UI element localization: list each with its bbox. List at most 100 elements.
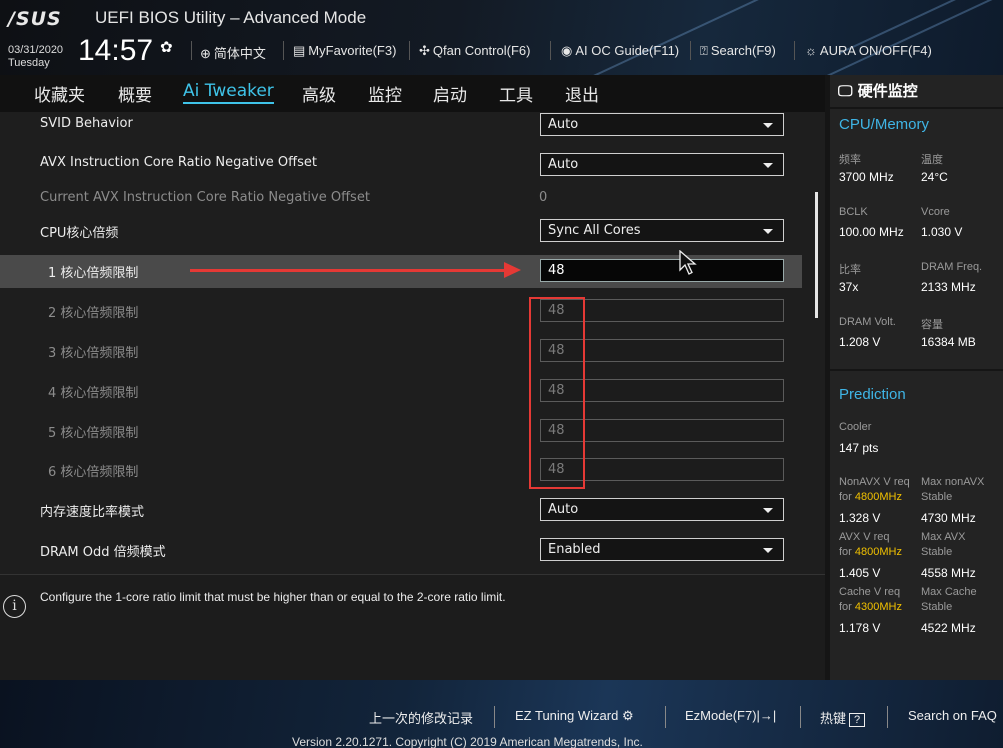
cpu-memory-section-title: CPU/Memory <box>839 116 930 133</box>
mouse-cursor-icon <box>679 250 697 275</box>
core1-limit-input[interactable]: 48 <box>540 259 784 282</box>
avx-for-line: for 4800MHz <box>839 546 902 558</box>
core3-limit-label: 3 核心倍频限制 <box>48 346 139 361</box>
bclk-value: 100.00 MHz <box>839 225 904 239</box>
annotation-arrow <box>190 269 508 272</box>
nonavx-for-line: for 4800MHz <box>839 491 902 503</box>
dram-volt-label: DRAM Volt. <box>839 316 896 328</box>
tab-exit[interactable]: 退出 <box>565 81 599 106</box>
cache-req-label: Cache V req <box>839 586 901 598</box>
help-key-icon: ? <box>849 713 866 727</box>
cpu-ratio-dropdown[interactable]: Sync All Cores <box>540 219 784 242</box>
max-nonavx-value: 4730 MHz <box>921 511 976 525</box>
date: 03/31/2020 <box>8 44 64 56</box>
stable-label: Stable <box>921 491 953 503</box>
core5-limit-label: 5 核心倍频限制 <box>48 426 139 441</box>
capacity-value: 16384 MB <box>921 335 976 349</box>
freq-value: 3700 MHz <box>839 170 894 184</box>
avx-offset-label: AVX Instruction Core Ratio Negative Offs… <box>40 155 317 170</box>
header-bar: /SUS UEFI BIOS Utility – Advanced Mode 0… <box>0 0 1003 75</box>
avx-offset-dropdown[interactable]: Auto <box>540 153 784 176</box>
tab-main[interactable]: 概要 <box>118 81 152 106</box>
ratio-label: 比率 <box>839 264 861 276</box>
annotation-highlight-box <box>529 297 585 489</box>
stable-label: Stable <box>921 601 953 613</box>
clock: 14:57 <box>78 34 154 67</box>
vcore-value: 1.030 V <box>921 225 963 239</box>
current-avx-offset-value: 0 <box>539 190 548 205</box>
current-avx-offset-label: Current AVX Instruction Core Ratio Negat… <box>40 190 370 205</box>
search-faq-button[interactable]: Search on FAQ <box>908 708 997 723</box>
avx-req-label: AVX V req <box>839 531 890 543</box>
search-button[interactable]: ⍰ Search(F9) <box>700 43 776 59</box>
cooler-label: Cooler <box>839 421 872 433</box>
temp-label: 温度 <box>921 154 943 166</box>
last-modified-button[interactable]: 上一次的修改记录 <box>369 708 473 727</box>
dram-volt-value: 1.208 V <box>839 335 881 349</box>
cooler-value: 147 pts <box>839 441 879 455</box>
qfan-control-button[interactable]: ✣ Qfan Control(F6) <box>419 43 530 59</box>
avx-v-value: 1.405 V <box>839 566 881 580</box>
hotkeys-button[interactable]: 热键? <box>820 708 866 727</box>
core2-limit-label: 2 核心倍频限制 <box>48 306 139 321</box>
aura-toggle-button[interactable]: ☼ AURA ON/OFF(F4) <box>805 43 932 58</box>
globe-icon: ⊕ <box>200 46 211 61</box>
dram-odd-ratio-dropdown[interactable]: Enabled <box>540 538 784 561</box>
max-nonavx-label: Max nonAVX <box>921 476 985 488</box>
nonavx-req-label: NonAVX V req <box>839 476 910 488</box>
language-button[interactable]: ⊕ 简体中文 <box>200 43 266 62</box>
bclk-label: BCLK <box>839 206 868 218</box>
tab-advanced[interactable]: 高级 <box>302 81 336 106</box>
tab-boot[interactable]: 启动 <box>433 81 467 106</box>
tab-monitor[interactable]: 监控 <box>368 81 402 106</box>
scrollbar[interactable] <box>815 192 818 318</box>
prediction-section-title: Prediction <box>839 386 906 403</box>
ezmode-button[interactable]: EzMode(F7)|→| <box>685 708 776 723</box>
main-tabs: 收藏夹 概要 Ai Tweaker 高级 监控 启动 工具 退出 <box>0 75 825 112</box>
app-title: UEFI BIOS Utility – Advanced Mode <box>95 8 367 27</box>
settings-panel: SVID Behavior Auto AVX Instruction Core … <box>0 112 825 574</box>
max-cache-value: 4522 MHz <box>921 621 976 635</box>
lightbulb-icon: ⚙ <box>621 708 634 723</box>
core6-limit-label: 6 核心倍频限制 <box>48 465 139 480</box>
chevron-down-icon <box>763 163 773 168</box>
footer-bar: 上一次的修改记录 EZ Tuning Wizard ⚙ EzMode(F7)|→… <box>0 680 1003 748</box>
asus-logo: /SUS <box>8 8 62 30</box>
ai-icon: ◉ <box>561 43 573 58</box>
capacity-label: 容量 <box>921 319 943 331</box>
fan-icon: ✣ <box>419 43 430 58</box>
hardware-monitor-panel: 🖵 硬件监控 CPU/Memory 频率 温度 3700 MHz 24°C BC… <box>830 75 1003 680</box>
ai-oc-guide-button[interactable]: ◉ AI OC Guide(F11) <box>561 43 679 59</box>
core4-limit-label: 4 核心倍频限制 <box>48 386 139 401</box>
ez-tuning-wizard-button[interactable]: EZ Tuning Wizard ⚙ <box>515 708 634 724</box>
chevron-down-icon <box>763 229 773 234</box>
myfavorite-button[interactable]: ▤ MyFavorite(F3) <box>293 43 396 59</box>
help-text: Configure the 1-core ratio limit that mu… <box>40 590 506 604</box>
version-text: Version 2.20.1271. Copyright (C) 2019 Am… <box>292 735 643 748</box>
cache-v-value: 1.178 V <box>839 621 881 635</box>
stable-label: Stable <box>921 546 953 558</box>
date-display: 03/31/2020 Tuesday <box>8 44 63 70</box>
gear-icon[interactable]: ✿ <box>160 38 173 56</box>
hardware-monitor-title: 🖵 硬件监控 <box>838 82 918 100</box>
favorite-icon: ▤ <box>293 43 306 58</box>
tab-ai-tweaker[interactable]: Ai Tweaker <box>183 81 274 104</box>
tab-tool[interactable]: 工具 <box>499 81 533 106</box>
core1-limit-label: 1 核心倍频限制 <box>48 266 139 281</box>
max-cache-label: Max Cache <box>921 586 977 598</box>
dram-freq-value: 2133 MHz <box>921 280 976 294</box>
tab-favorites[interactable]: 收藏夹 <box>34 81 85 106</box>
annotation-arrow-head <box>504 262 521 278</box>
chevron-down-icon <box>763 123 773 128</box>
cpu-ratio-label: CPU核心倍频 <box>40 226 119 241</box>
help-bar: i Configure the 1-core ratio limit that … <box>0 574 825 680</box>
temp-value: 24°C <box>921 170 948 184</box>
ratio-value: 37x <box>839 280 859 294</box>
monitor-icon: 🖵 <box>838 82 853 100</box>
memory-ratio-mode-dropdown[interactable]: Auto <box>540 498 784 521</box>
svid-behavior-dropdown[interactable]: Auto <box>540 113 784 136</box>
info-icon: i <box>3 595 26 618</box>
weekday: Tuesday <box>8 57 50 69</box>
max-avx-label: Max AVX <box>921 531 966 543</box>
max-avx-value: 4558 MHz <box>921 566 976 580</box>
